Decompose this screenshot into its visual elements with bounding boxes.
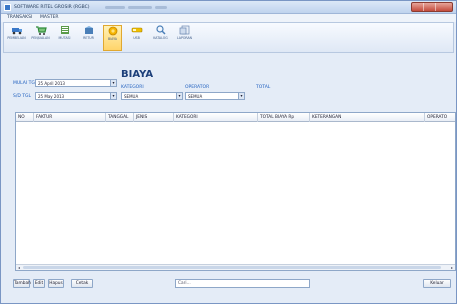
column-header-faktur[interactable]: FAKTUR — [34, 113, 106, 122]
to-date-picker[interactable]: 25 May 2013 ▾ — [35, 92, 117, 100]
column-header-kategori[interactable]: KATEGORI — [174, 113, 258, 122]
kategori-select[interactable]: SEMUA ▾ — [121, 92, 183, 100]
title-tab-placeholder — [128, 6, 152, 9]
minimize-button[interactable] — [412, 3, 424, 11]
title-tab-placeholder — [105, 6, 125, 9]
total-label: TOTAL — [256, 85, 271, 90]
coin-icon — [108, 26, 117, 36]
edit-button[interactable]: Edit — [33, 279, 45, 288]
ribbon-retur-button[interactable]: RETUR — [79, 25, 98, 51]
tambah-button[interactable]: Tambah — [13, 279, 31, 288]
window-title: SOFTWARE RITEL GROSIR (RGBC) — [14, 5, 90, 10]
maximize-button[interactable] — [424, 3, 436, 11]
search-input[interactable]: Cari... — [175, 279, 310, 288]
data-grid[interactable]: NO FAKTUR TANGGAL JENIS KATEGORI TOTAL B… — [15, 112, 456, 271]
column-header-jenis[interactable]: JENIS — [134, 113, 174, 122]
application-window: SOFTWARE RITEL GROSIR (RGBC) TRANSAKSI M… — [0, 0, 457, 304]
chevron-down-icon[interactable]: ▾ — [176, 93, 182, 99]
operator-select[interactable]: SEMUA ▾ — [185, 92, 245, 100]
column-header-no[interactable]: NO — [16, 113, 34, 122]
chevron-down-icon[interactable]: ▾ — [238, 93, 244, 99]
column-header-tanggal[interactable]: TANGGAL — [106, 113, 134, 122]
report-icon — [179, 25, 189, 35]
window-controls — [411, 2, 453, 12]
menu-master[interactable]: MASTER — [40, 15, 59, 20]
title-tab-placeholder — [155, 6, 167, 9]
cetak-button[interactable]: Cetak — [71, 279, 93, 288]
title-bar: SOFTWARE RITEL GROSIR (RGBC) — [1, 1, 456, 14]
from-date-label: MULAI TGL — [13, 81, 38, 86]
magnifier-icon — [155, 25, 166, 35]
scroll-left-icon[interactable]: ◂ — [16, 265, 22, 270]
column-header-total-biaya[interactable]: TOTAL BIAYA Rp — [258, 113, 310, 122]
ribbon-usb-button[interactable]: USB — [127, 25, 146, 51]
scrollbar-thumb[interactable] — [23, 266, 441, 269]
action-bar: Tambah Edit Hapus Cetak Cari... Keluar — [13, 277, 453, 291]
ribbon-laporan-button[interactable]: LAPORAN — [175, 25, 194, 51]
page-title: BIAYA — [121, 69, 154, 80]
scroll-right-icon[interactable]: ▸ — [449, 265, 455, 270]
keluar-button[interactable]: Keluar — [423, 279, 451, 288]
book-icon — [60, 26, 69, 34]
ribbon-biaya-button[interactable]: BIAYA — [103, 25, 122, 51]
column-header-operator[interactable]: OPERATO — [425, 113, 455, 122]
from-date-picker[interactable]: 25 April 2013 ▾ — [35, 79, 117, 87]
menu-bar: TRANSAKSI MASTER — [1, 14, 456, 22]
box-icon — [84, 26, 93, 34]
hapus-button[interactable]: Hapus — [48, 279, 64, 288]
close-button[interactable] — [436, 3, 448, 11]
to-date-label: S/D TGL — [13, 94, 32, 99]
ribbon-pembelian-button[interactable]: PEMBELIAN — [7, 25, 26, 51]
table-header: NO FAKTUR TANGGAL JENIS KATEGORI TOTAL B… — [16, 113, 455, 122]
chevron-down-icon[interactable]: ▾ — [110, 93, 116, 99]
cart-icon — [35, 26, 47, 35]
operator-label: OPERATOR — [185, 85, 210, 90]
usb-icon — [131, 27, 142, 33]
horizontal-scrollbar[interactable]: ◂ ▸ — [16, 264, 455, 270]
ribbon-katalog-button[interactable]: KATALOG — [151, 25, 170, 51]
truck-icon — [11, 28, 22, 35]
menu-transaksi[interactable]: TRANSAKSI — [7, 15, 32, 20]
ribbon-penjualan-button[interactable]: PENJUALAN — [31, 25, 50, 51]
kategori-label: KATEGORI — [121, 85, 144, 90]
column-header-keterangan[interactable]: KETERANGAN — [310, 113, 425, 122]
app-icon — [4, 4, 11, 11]
chevron-down-icon[interactable]: ▾ — [110, 80, 116, 86]
ribbon-toolbar: PEMBELIAN PENJUALAN MUTASI RETUR BIAYA U… — [3, 22, 454, 53]
ribbon-mutasi-button[interactable]: MUTASI — [55, 25, 74, 51]
